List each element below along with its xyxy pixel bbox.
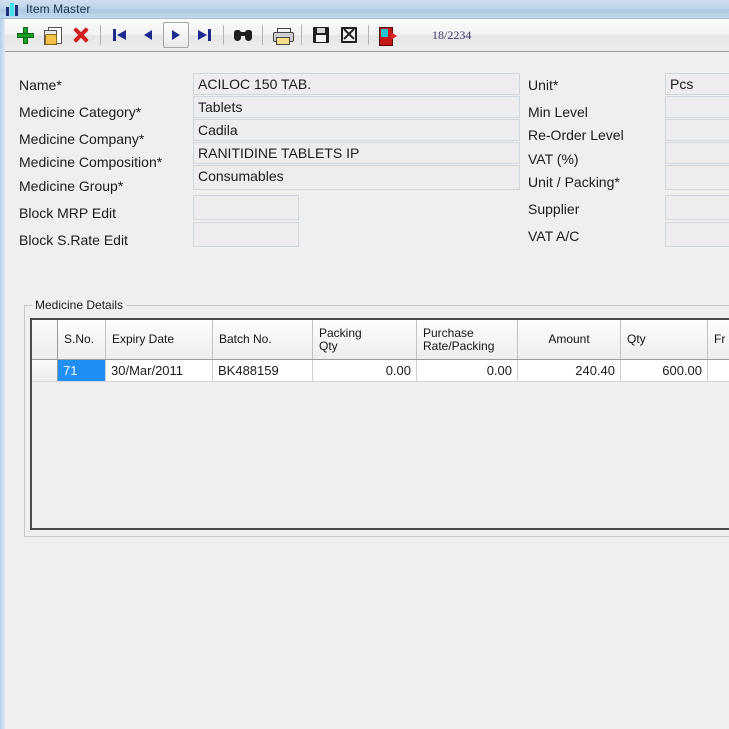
binoculars-icon <box>234 28 252 42</box>
next-record-icon <box>167 28 185 42</box>
grid-column-header[interactable]: Qty <box>621 320 708 359</box>
min-level-input[interactable] <box>665 96 729 118</box>
name-input[interactable]: ACILOC 150 TAB. <box>193 73 520 95</box>
label-medicine-company: Medicine Company* <box>19 131 145 147</box>
grid-cell[interactable]: BK488159 <box>213 360 313 381</box>
grid-header-row: S.No. Expiry Date Batch No. Packing Qty Purc… <box>32 320 729 360</box>
grid-column-header[interactable]: Purchase Rate/Packing <box>417 320 518 359</box>
grid-column-header[interactable]: Amount <box>518 320 621 359</box>
toolbar-separator <box>100 25 101 45</box>
title-bar: Item Master <box>0 0 729 19</box>
first-record-icon <box>111 28 129 42</box>
grid-cell[interactable]: 0.00 <box>313 360 417 381</box>
grid-cell[interactable]: 0.00 <box>417 360 518 381</box>
save-cancel-icon <box>341 27 357 43</box>
supplier-input[interactable] <box>665 195 729 220</box>
plus-icon <box>16 26 34 44</box>
last-record-icon <box>195 28 213 42</box>
grid-cell[interactable]: 600.00 <box>621 360 708 381</box>
label-medicine-category: Medicine Category* <box>19 104 142 120</box>
label-min-level: Min Level <box>528 104 588 120</box>
printer-icon <box>272 27 294 45</box>
copy-edit-icon <box>44 26 62 45</box>
add-record-button[interactable] <box>12 22 38 48</box>
exit-button[interactable] <box>375 22 401 48</box>
table-row[interactable]: 71 30/Mar/2011 BK488159 0.00 0.00 240.40 600.0… <box>32 360 729 382</box>
toolbar-separator <box>262 25 263 45</box>
item-master-window: Item Master 18/2234 Name* Medicine Categ… <box>0 0 729 729</box>
edit-record-button[interactable] <box>40 22 66 48</box>
grid-column-header[interactable]: Fr <box>708 320 729 359</box>
window-title: Item Master <box>26 2 91 16</box>
medicine-details-title: Medicine Details <box>32 298 127 312</box>
block-mrp-edit-input[interactable] <box>193 195 299 220</box>
delete-record-button[interactable] <box>68 22 94 48</box>
next-record-button[interactable] <box>163 22 189 48</box>
grid-column-header[interactable]: Expiry Date <box>106 320 213 359</box>
delete-x-icon <box>73 27 89 43</box>
label-medicine-group: Medicine Group* <box>19 178 124 194</box>
record-counter: 18/2234 <box>432 27 472 42</box>
find-button[interactable] <box>230 22 256 48</box>
floppy-save-icon <box>313 27 329 43</box>
medicine-company-input[interactable]: Cadila <box>193 119 520 141</box>
prev-record-button[interactable] <box>135 22 161 48</box>
vat-percent-input[interactable] <box>665 142 729 164</box>
toolbar-separator <box>223 25 224 45</box>
form-area: Name* Medicine Category* Medicine Compan… <box>5 53 729 729</box>
grid-body[interactable]: 71 30/Mar/2011 BK488159 0.00 0.00 240.40 600.0… <box>32 360 729 382</box>
vat-account-input[interactable] <box>665 222 729 247</box>
grid-cell[interactable]: 71 <box>58 360 106 381</box>
first-record-button[interactable] <box>107 22 133 48</box>
label-vat-percent: VAT (%) <box>528 151 579 167</box>
medicine-composition-input[interactable]: RANITIDINE TABLETS IP <box>193 142 520 164</box>
label-block-srate-edit: Block S.Rate Edit <box>19 232 128 248</box>
toolbar-separator <box>368 25 369 45</box>
cancel-save-button[interactable] <box>336 22 362 48</box>
label-medicine-composition: Medicine Composition* <box>19 154 163 170</box>
toolbar: 18/2234 <box>5 19 729 52</box>
grid-column-header[interactable]: Batch No. <box>213 320 313 359</box>
grid-column-header[interactable]: S.No. <box>58 320 106 359</box>
medicine-group-input[interactable]: Consumables <box>193 165 520 190</box>
grid-column-header[interactable] <box>32 320 58 359</box>
label-re-order-level: Re-Order Level <box>528 127 624 143</box>
last-record-button[interactable] <box>191 22 217 48</box>
label-supplier: Supplier <box>528 201 580 217</box>
label-block-mrp-edit: Block MRP Edit <box>19 205 116 221</box>
toolbar-separator <box>301 25 302 45</box>
medicine-category-input[interactable]: Tablets <box>193 96 520 118</box>
block-srate-edit-input[interactable] <box>193 222 299 247</box>
grid-cell[interactable]: 30/Mar/2011 <box>106 360 213 381</box>
chart-bars-icon <box>6 2 20 16</box>
medicine-details-grid[interactable]: S.No. Expiry Date Batch No. Packing Qty Purc… <box>30 318 729 530</box>
grid-cell[interactable]: 240.40 <box>518 360 621 381</box>
grid-column-header[interactable]: Packing Qty <box>313 320 417 359</box>
label-name: Name* <box>19 77 62 93</box>
unit-input[interactable]: Pcs <box>665 73 729 95</box>
previous-record-icon <box>139 28 157 42</box>
exit-door-icon <box>379 26 397 46</box>
label-unit: Unit* <box>528 77 559 93</box>
grid-cell[interactable] <box>708 360 729 381</box>
re-order-level-input[interactable] <box>665 119 729 141</box>
grid-cell[interactable] <box>32 360 58 381</box>
label-vat-account: VAT A/C <box>528 228 580 244</box>
save-button[interactable] <box>308 22 334 48</box>
print-button[interactable] <box>269 22 295 48</box>
label-unit-packing: Unit / Packing* <box>528 174 620 190</box>
unit-packing-input[interactable] <box>665 165 729 190</box>
